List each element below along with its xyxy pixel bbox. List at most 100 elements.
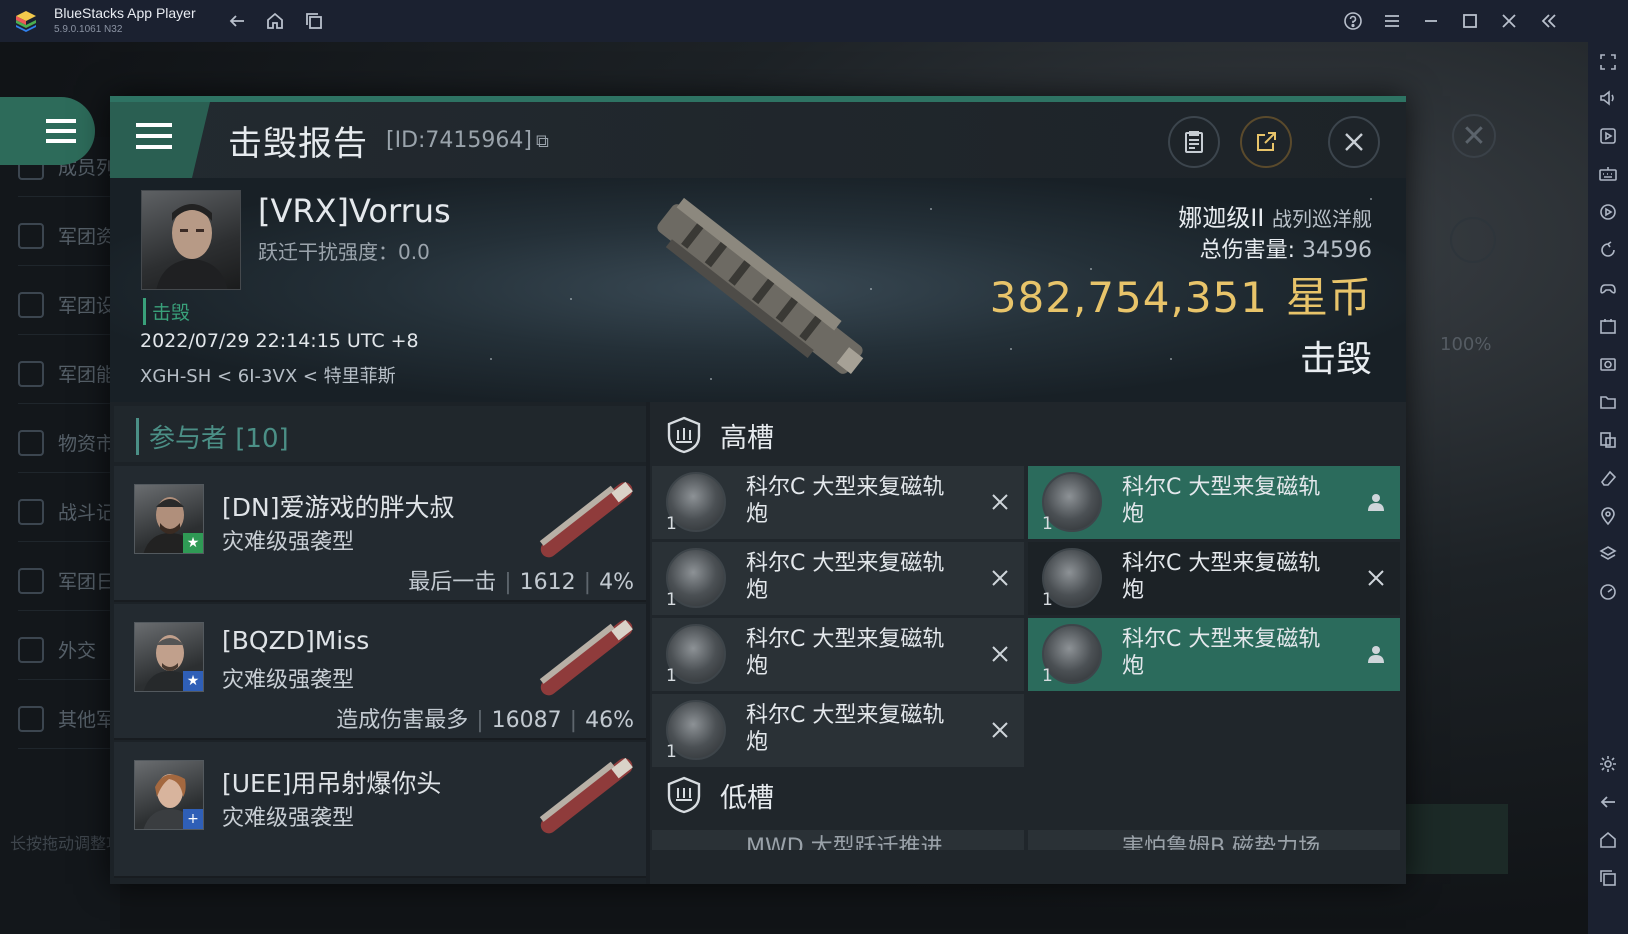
ship-image xyxy=(657,197,864,375)
warp-disruption: 跃迁干扰强度：0.0 xyxy=(258,240,430,264)
participant-row[interactable]: ★ [BQZD]Miss 灾难级强袭型 造成伤害最多 | 16087 | 46% xyxy=(114,604,646,740)
folder-icon[interactable] xyxy=(1598,392,1618,412)
keyboard-icon[interactable] xyxy=(1598,164,1618,184)
panel-header: 击毁报告 [ID:7415964] ⧉ xyxy=(110,102,1406,178)
back-icon[interactable] xyxy=(224,8,250,34)
location-icon[interactable] xyxy=(1598,506,1618,526)
module-slot[interactable]: 1 科尔C 大型来复磁轨炮 xyxy=(1028,618,1400,691)
module-slot[interactable]: 1 科尔C 大型来复磁轨炮 xyxy=(652,466,1024,539)
background-close-icon: ✕ xyxy=(1452,114,1496,158)
close-window-icon[interactable] xyxy=(1496,8,1522,34)
participant-name: [DN]爱游戏的胖大叔 xyxy=(222,493,455,522)
module-name: 害怕鲁姆B 磁势力场 xyxy=(1122,835,1321,850)
share-icon xyxy=(1257,132,1276,151)
destroyed-x-icon xyxy=(988,718,1012,742)
module-name: 科尔C 大型来复磁轨炮 xyxy=(1122,475,1321,527)
sidebar-recent-icon[interactable] xyxy=(1598,868,1618,888)
module-slot[interactable]: 1 科尔C 大型来复磁轨炮 xyxy=(652,542,1024,615)
minimize-icon[interactable] xyxy=(1418,8,1444,34)
bg-menu-item: 其他军 xyxy=(18,689,118,749)
participants-title: 参与者 [10] xyxy=(136,418,289,455)
close-button[interactable] xyxy=(1328,116,1380,168)
module-name: 科尔C 大型来复磁轨炮 xyxy=(1122,551,1321,603)
destroyed-x-icon xyxy=(988,490,1012,514)
participant-ship: 灾难级强袭型 xyxy=(222,668,355,693)
report-id[interactable]: [ID:7415964] ⧉ xyxy=(386,128,549,153)
bluestacks-logo-icon xyxy=(16,11,36,32)
background-percent: 100% xyxy=(1440,334,1492,355)
gamepad-icon[interactable] xyxy=(1598,278,1618,298)
participant-avatar: ★ xyxy=(134,622,204,692)
low-slot-header: 低槽 xyxy=(650,764,1020,824)
star-badge-icon: ★ xyxy=(183,671,203,691)
sidebar-home-icon[interactable] xyxy=(1598,830,1618,850)
victim-section: [VRX]Vorrus 跃迁干扰强度：0.0 击毁 2022/07/29 22:… xyxy=(110,178,1406,402)
star-badge-icon: ★ xyxy=(183,533,203,553)
module-slot[interactable]: 害怕鲁姆B 磁势力场 xyxy=(1028,830,1400,850)
menu-icon[interactable] xyxy=(1379,8,1405,34)
bg-menu-item: 军团资 xyxy=(18,206,118,266)
module-slot[interactable]: MWD 大型跃迁推进 xyxy=(652,830,1024,850)
background-legion-menu: 成员列 军团资 军团设 军团能 物资市 战斗记 军团日 外交 其他军 xyxy=(0,137,120,934)
plus-badge-icon: + xyxy=(183,809,203,829)
clipboard-button[interactable] xyxy=(1168,116,1220,168)
module-name: 科尔C 大型来复磁轨炮 xyxy=(1122,627,1321,679)
module-name: 科尔C 大型来复磁轨炮 xyxy=(746,551,945,603)
copy-icon[interactable]: ⧉ xyxy=(536,131,549,152)
app-version: 5.9.0.1061 N32 xyxy=(54,24,123,35)
rotate-icon[interactable] xyxy=(1598,240,1618,260)
dropped-person-icon xyxy=(1364,642,1388,666)
window-titlebar: BlueStacks App Player 5.9.0.1061 N32 xyxy=(0,0,1628,42)
module-slot[interactable]: 1 科尔C 大型来复磁轨炮 xyxy=(1028,466,1400,539)
volume-icon[interactable] xyxy=(1598,88,1618,108)
module-name: 科尔C 大型来复磁轨炮 xyxy=(746,627,945,679)
bg-menu-item: 外交 xyxy=(18,620,118,680)
participant-name: [BQZD]Miss xyxy=(222,626,370,655)
destroyed-x-icon xyxy=(988,642,1012,666)
multi-instance-icon[interactable] xyxy=(1598,430,1618,450)
fullscreen-icon[interactable] xyxy=(1598,52,1618,72)
performance-icon[interactable] xyxy=(1598,582,1618,602)
sidebar-back-icon[interactable] xyxy=(1598,792,1618,812)
destroyed-x-icon xyxy=(988,566,1012,590)
screen-record-icon[interactable] xyxy=(1598,126,1618,146)
high-slot-label: 高槽 xyxy=(720,423,774,454)
bg-menu-item: 军团设 xyxy=(18,275,118,335)
collapse-sidebar-icon[interactable] xyxy=(1536,8,1562,34)
victim-portrait[interactable] xyxy=(141,190,241,290)
maximize-icon[interactable] xyxy=(1457,8,1483,34)
kill-time: 2022/07/29 22:14:15 UTC +8 xyxy=(140,330,419,352)
help-icon[interactable] xyxy=(1340,8,1366,34)
high-slot-header: 高槽 xyxy=(650,404,1020,464)
participant-ship: 灾难级强袭型 xyxy=(222,530,355,555)
layers-icon[interactable] xyxy=(1598,544,1618,564)
low-slot-label: 低槽 xyxy=(720,783,774,814)
module-slot[interactable]: 1 科尔C 大型来复磁轨炮 xyxy=(652,694,1024,767)
module-name: 科尔C 大型来复磁轨炮 xyxy=(746,703,945,755)
bg-menu-item: 物资市 xyxy=(18,413,118,473)
low-slot-shield-icon xyxy=(667,776,701,814)
hamburger-icon xyxy=(46,119,76,143)
module-slot[interactable]: 1 科尔C 大型来复磁轨炮 xyxy=(1028,542,1400,615)
main-menu-button[interactable] xyxy=(0,97,95,165)
participants-header: 参与者 [10] xyxy=(114,406,646,462)
erase-icon[interactable] xyxy=(1598,468,1618,488)
apk-install-icon[interactable] xyxy=(1598,316,1618,336)
participant-row[interactable]: ★ [DN]爱游戏的胖大叔 灾难级强袭型 最后一击 | 1612 | 4% xyxy=(114,466,646,602)
participant-row[interactable]: + [UEE]用吊射爆你头 灾难级强袭型 xyxy=(114,742,646,878)
screenshot-icon[interactable] xyxy=(1598,354,1618,374)
settings-icon[interactable] xyxy=(1598,754,1618,774)
bg-menu-item: 战斗记 xyxy=(18,482,118,542)
share-button[interactable] xyxy=(1240,116,1292,168)
bg-menu-item: 军团能 xyxy=(18,344,118,404)
recent-apps-icon[interactable] xyxy=(301,8,327,34)
report-title: 击毁报告 xyxy=(228,124,368,164)
background-share-icon xyxy=(1450,217,1496,263)
module-name: MWD 大型跃迁推进 xyxy=(746,835,943,850)
module-slot[interactable]: 1 科尔C 大型来复磁轨炮 xyxy=(652,618,1024,691)
participant-ship-icon xyxy=(539,619,633,696)
macro-icon[interactable] xyxy=(1598,202,1618,222)
close-icon xyxy=(1345,133,1363,151)
kill-location[interactable]: XGH-SH < 6I-3VX < 特里菲斯 xyxy=(140,362,396,388)
home-icon[interactable] xyxy=(262,8,288,34)
